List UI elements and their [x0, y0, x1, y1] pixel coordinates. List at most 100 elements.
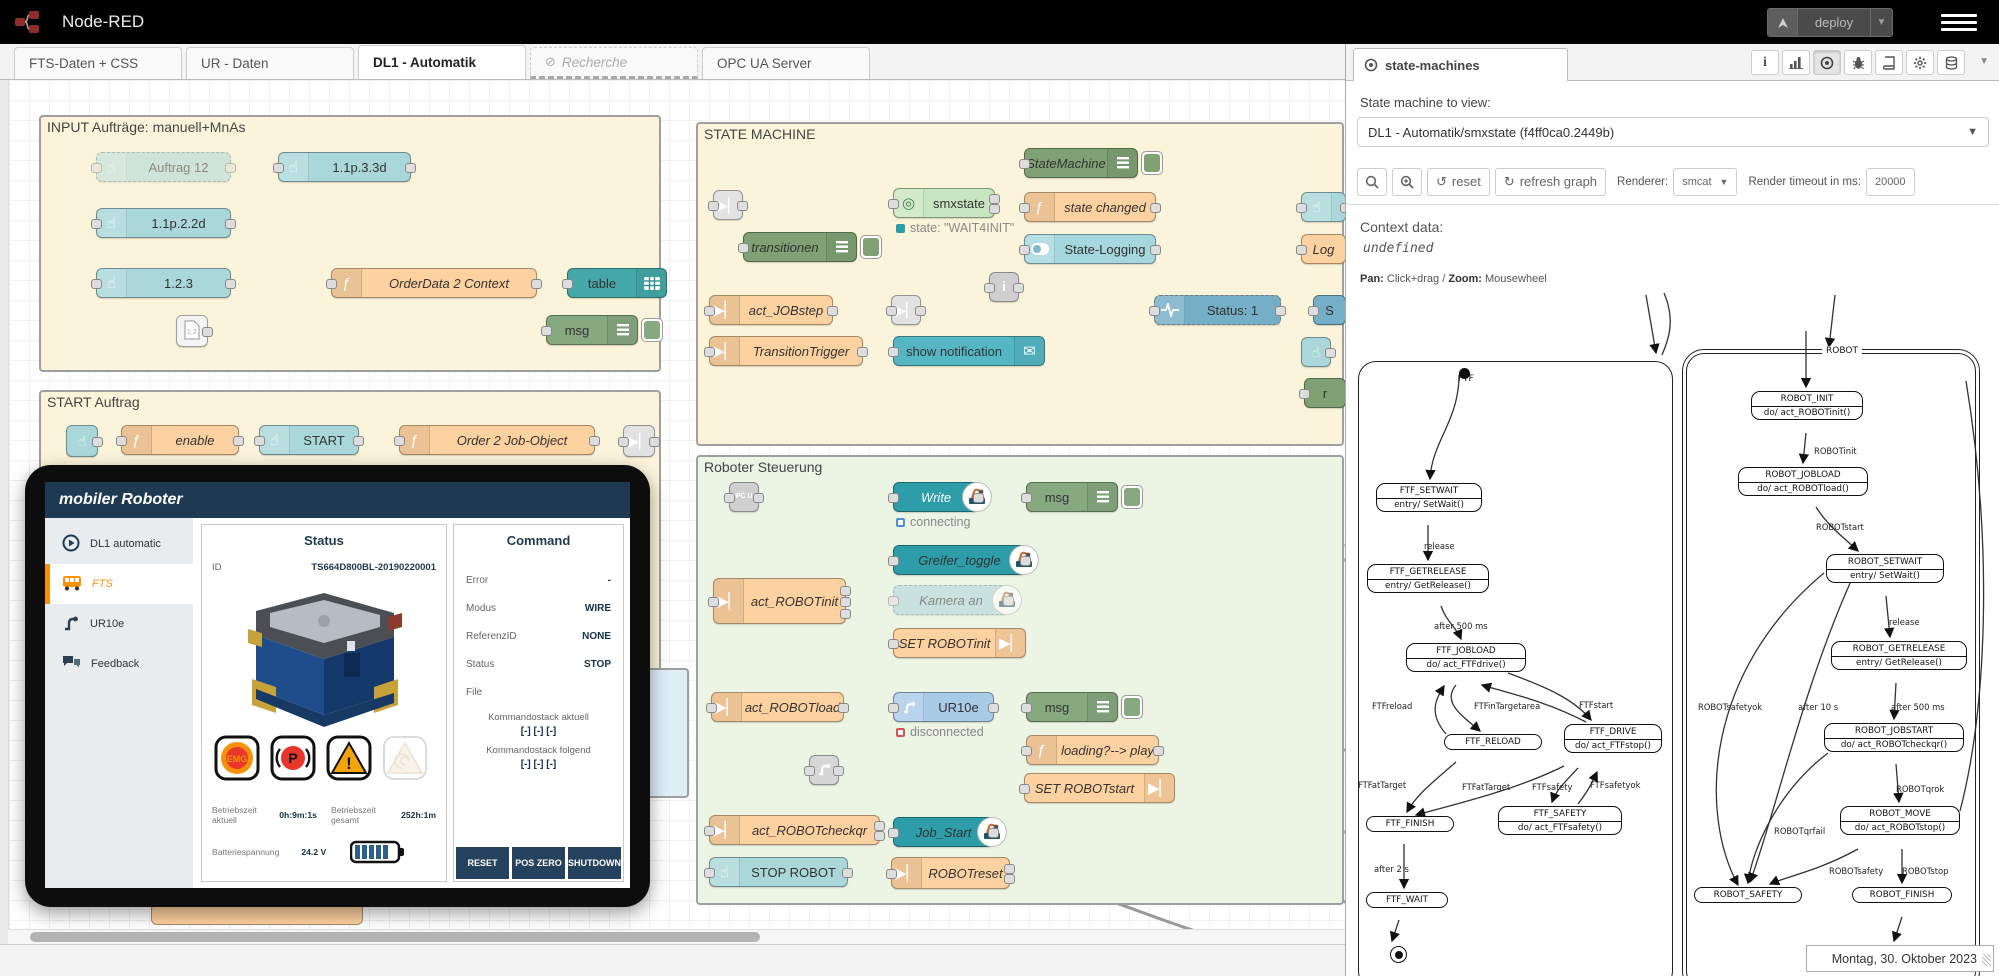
- resize-grip-icon[interactable]: [1982, 954, 1991, 966]
- output-port[interactable]: [737, 201, 748, 211]
- input-port[interactable]: [706, 703, 717, 713]
- output-port[interactable]: [92, 437, 103, 447]
- output-port[interactable]: [874, 831, 885, 841]
- output-port[interactable]: [405, 163, 416, 173]
- reset-button[interactable]: ↺ reset: [1427, 168, 1490, 196]
- output-port[interactable]: [1020, 556, 1031, 566]
- canvas-hscrollbar[interactable]: [8, 929, 1345, 944]
- tab-ur-daten[interactable]: UR - Daten: [186, 47, 354, 79]
- state-machine-diagram[interactable]: FTFROBOT FTF_SETWAITentry/ SetWait()FTF_…: [1346, 291, 1999, 976]
- output-port[interactable]: [1275, 306, 1286, 316]
- output-port[interactable]: [915, 306, 926, 316]
- reset-button[interactable]: RESET: [456, 847, 509, 879]
- output-port[interactable]: [842, 868, 853, 878]
- debug-toggle-button[interactable]: [1141, 151, 1163, 175]
- input-port[interactable]: [708, 201, 719, 211]
- flow-node-enable[interactable]: ƒenable: [121, 425, 239, 455]
- timeout-input[interactable]: 20000: [1866, 168, 1915, 196]
- debug-toggle-button[interactable]: [860, 235, 882, 259]
- output-port[interactable]: [857, 347, 868, 357]
- input-port[interactable]: [888, 199, 899, 209]
- input-port[interactable]: [91, 163, 102, 173]
- flow-node-shownotif[interactable]: show notification✉: [893, 336, 1045, 366]
- flow-node-orderdata[interactable]: ƒOrderData 2 Context: [331, 268, 537, 298]
- input-port[interactable]: [1019, 203, 1030, 213]
- input-port[interactable]: [888, 493, 899, 503]
- output-port[interactable]: [838, 703, 849, 713]
- output-port[interactable]: [1013, 283, 1024, 293]
- output-port[interactable]: [840, 586, 851, 596]
- output-port[interactable]: [989, 204, 1000, 214]
- input-port[interactable]: [1299, 389, 1310, 399]
- input-port[interactable]: [984, 283, 995, 293]
- input-port[interactable]: [888, 347, 899, 357]
- input-port[interactable]: [888, 639, 899, 649]
- input-port[interactable]: [1149, 306, 1160, 316]
- output-port[interactable]: [988, 828, 999, 838]
- flow-node-transitionen[interactable]: transitionen: [743, 232, 857, 262]
- info-tab-button[interactable]: i: [1751, 50, 1779, 75]
- flow-node-write[interactable]: Writeconnecting: [893, 482, 979, 512]
- input-port[interactable]: [888, 703, 899, 713]
- output-port[interactable]: [225, 279, 236, 289]
- flow-node-statemachine-dbg[interactable]: StateMachine: [1024, 148, 1138, 178]
- nav-item-dl1-automatic[interactable]: DL1 automatic: [45, 524, 193, 564]
- output-port[interactable]: [353, 436, 364, 446]
- flow-node-greifertoggle[interactable]: Greifer_toggle: [893, 545, 1026, 575]
- deploy-button[interactable]: deploy ▼: [1767, 8, 1893, 37]
- input-port[interactable]: [1021, 703, 1032, 713]
- output-port[interactable]: [753, 493, 764, 503]
- input-port[interactable]: [886, 306, 897, 316]
- flow-node-start[interactable]: ☝START: [259, 425, 359, 455]
- flow-node-p22d[interactable]: ☝1.1p.2.2d: [96, 208, 231, 238]
- output-port[interactable]: [1003, 596, 1014, 606]
- output-port[interactable]: [225, 219, 236, 229]
- flow-node-statechanged[interactable]: ƒstate changed: [1024, 192, 1156, 222]
- output-port[interactable]: [973, 493, 984, 503]
- input-port[interactable]: [91, 219, 102, 229]
- input-port[interactable]: [704, 868, 715, 878]
- flow-node-jobstart[interactable]: Job_Start: [893, 817, 994, 847]
- input-port[interactable]: [1021, 746, 1032, 756]
- flow-node-link12[interactable]: 1,2: [176, 315, 208, 347]
- debug-toggle-button[interactable]: [1121, 695, 1143, 719]
- flow-node-linkout1[interactable]: ▶▏: [623, 425, 655, 457]
- tab-opc-ua-server[interactable]: OPC UA Server: [702, 47, 870, 79]
- refresh-graph-button[interactable]: ↻ refresh graph: [1495, 168, 1606, 196]
- output-port[interactable]: [531, 279, 542, 289]
- flow-node-robotreset[interactable]: ▶▏ROBOTreset: [891, 857, 1010, 889]
- input-port[interactable]: [116, 436, 127, 446]
- warning-icon[interactable]: !: [326, 735, 372, 786]
- nav-item-fts[interactable]: FTS: [45, 564, 193, 604]
- input-port[interactable]: [738, 243, 749, 253]
- shutdown-button[interactable]: SHUTDOWN: [568, 847, 621, 879]
- flow-node-auftrag12[interactable]: ☝Auftrag 12: [96, 152, 231, 182]
- output-port[interactable]: [225, 163, 236, 173]
- input-port[interactable]: [804, 766, 815, 776]
- flow-node-loadingplay[interactable]: ƒloading?--> play: [1026, 735, 1159, 765]
- flow-node-msg2[interactable]: msg: [1026, 482, 1118, 512]
- flow-node-actjobstep[interactable]: ▶▏act_JOBstep: [709, 295, 833, 325]
- spiral-disabled-icon[interactable]: [382, 735, 428, 786]
- input-port[interactable]: [888, 596, 899, 606]
- zoom-in-button[interactable]: [1392, 168, 1422, 196]
- tab-dl1-automatik[interactable]: DL1 - Automatik: [358, 45, 526, 79]
- input-port[interactable]: [91, 279, 102, 289]
- output-port[interactable]: [233, 436, 244, 446]
- input-port[interactable]: [888, 556, 899, 566]
- input-port[interactable]: [541, 326, 552, 336]
- date-display[interactable]: Montag, 30. Oktober 2023: [1806, 945, 1994, 972]
- flow-node-opcua[interactable]: OPC UA: [729, 482, 759, 512]
- flow-node-stoprobot[interactable]: ☝STOP ROBOT: [709, 857, 848, 887]
- input-port[interactable]: [562, 279, 573, 289]
- flow-node-status1[interactable]: Status: 1: [1154, 295, 1281, 325]
- flow-node-order2job[interactable]: ƒOrder 2 Job-Object: [399, 425, 595, 455]
- flow-node-ttrigger[interactable]: ▶▏TransitionTrigger: [709, 336, 863, 366]
- machine-select[interactable]: DL1 - Automatik/smxstate (f4ff0ca0.2449b…: [1357, 117, 1989, 147]
- flow-node-greenpartial[interactable]: r: [1304, 378, 1345, 408]
- output-port[interactable]: [833, 766, 844, 776]
- input-port[interactable]: [886, 869, 897, 879]
- flow-node-linkin-sm[interactable]: ▶▏: [713, 190, 743, 220]
- canvas-hscrollbar-thumb[interactable]: [30, 932, 760, 942]
- output-port[interactable]: [1150, 245, 1161, 255]
